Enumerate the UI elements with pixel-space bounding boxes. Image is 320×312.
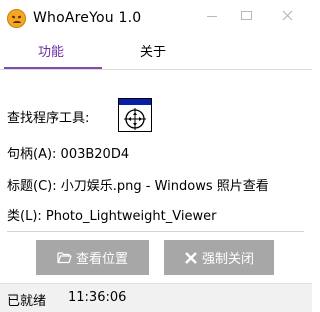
status-time: 11:36:06 — [68, 290, 127, 305]
divider — [7, 231, 304, 232]
status-bar: 已就绪 11:36:06 — [0, 283, 312, 312]
x-icon — [185, 251, 197, 264]
finder-tool-crosshair[interactable] — [118, 98, 152, 132]
folder-open-icon — [57, 252, 72, 264]
window-title-value: 标题(C): 小刀娱乐.png - Windows 照片查看 — [7, 179, 269, 194]
tab-bar: 功能 关于 — [0, 40, 312, 70]
finder-tool-label: 查找程序工具: — [7, 111, 90, 126]
minimize-icon — [207, 15, 217, 17]
crosshair-icon — [124, 108, 146, 130]
window-handle: 句柄(A): 003B20D4 — [7, 147, 130, 162]
view-location-label: 查看位置 — [75, 252, 128, 267]
tab-about[interactable]: 关于 — [102, 40, 204, 68]
tab-functions[interactable]: 功能 — [0, 40, 102, 68]
view-location-button[interactable]: 查看位置 — [36, 240, 149, 275]
title-bar[interactable]: WhoAreYou 1.0 — [0, 0, 312, 38]
status-text: 已就绪 — [7, 294, 47, 309]
window-class: 类(L): Photo_Lightweight_Viewer — [7, 209, 217, 224]
angry-face-icon — [7, 9, 26, 28]
maximize-icon — [240, 10, 252, 20]
maximize-button[interactable] — [232, 4, 260, 26]
force-close-button[interactable]: 强制关闭 — [164, 240, 274, 275]
close-icon — [282, 10, 292, 20]
force-close-label: 强制关闭 — [201, 252, 254, 267]
minimize-button[interactable] — [198, 4, 226, 26]
window-title: WhoAreYou 1.0 — [33, 10, 142, 26]
tab-divider — [0, 69, 312, 70]
close-button[interactable] — [264, 4, 310, 26]
